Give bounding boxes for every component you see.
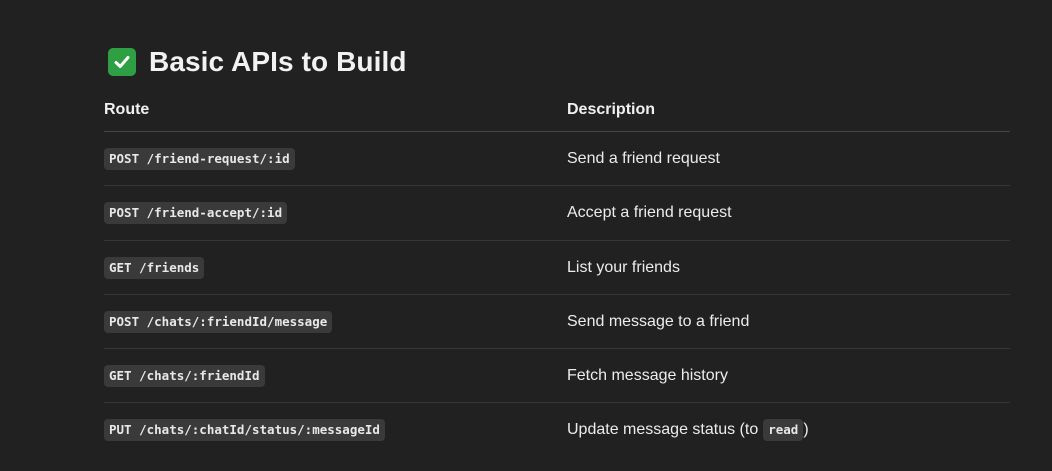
section-heading: Basic APIs to Build <box>108 42 407 82</box>
route-description: Accept a friend request <box>567 204 732 222</box>
column-header-description: Description <box>567 101 656 118</box>
column-header-route: Route <box>104 101 150 118</box>
route-code: POST /friend-accept/:id <box>104 202 288 225</box>
table-row: GET /chats/:friendId Fetch message histo… <box>104 349 1010 404</box>
table-row: PUT /chats/:chatId/status/:messageId Upd… <box>104 403 1010 457</box>
table-header: Route Description <box>104 97 1010 132</box>
check-mark-button-icon <box>108 48 136 76</box>
status-code: read <box>763 419 804 442</box>
table-row: POST /chats/:friendId/message Send messa… <box>104 295 1010 350</box>
section-title: Basic APIs to Build <box>149 46 407 77</box>
route-code: POST /friend-request/:id <box>104 148 295 170</box>
description-suffix: ) <box>803 421 809 439</box>
route-description: List your friends <box>567 258 680 276</box>
route-code: GET /friends <box>104 256 205 279</box>
route-description: Update message status (to <box>567 421 759 439</box>
route-description: Send message to a friend <box>567 312 750 330</box>
table-row: POST /friend-accept/:id Accept a friend … <box>104 186 1010 241</box>
table-row: GET /friends List your friends <box>104 241 1010 295</box>
table-row: POST /friend-request/:id Send a friend r… <box>104 132 1010 187</box>
route-description-cell: Update message status (to read ) <box>567 419 809 442</box>
route-description: Send a friend request <box>567 150 720 167</box>
route-description: Fetch message history <box>567 367 728 385</box>
route-code: PUT /chats/:chatId/status/:messageId <box>104 419 385 442</box>
table-body: POST /friend-request/:id Send a friend r… <box>104 132 1010 458</box>
route-code: POST /chats/:friendId/message <box>104 310 333 333</box>
route-code: GET /chats/:friendId <box>104 365 265 388</box>
